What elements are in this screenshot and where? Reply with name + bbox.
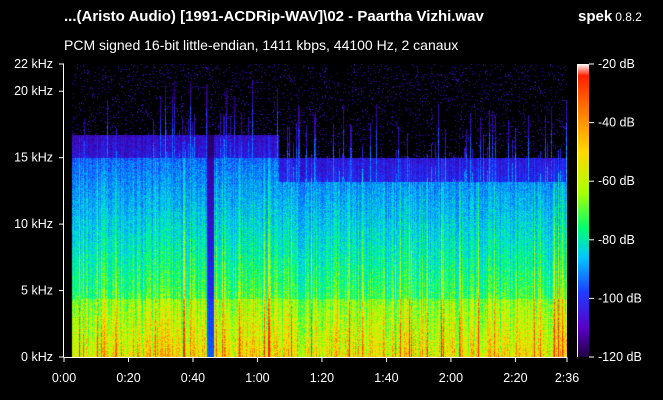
audio-format-info: PCM signed 16-bit little-endian, 1411 kb…: [64, 37, 459, 53]
colorbar-tick-label: -80 dB: [598, 233, 635, 247]
y-tick-label: 0 kHz: [21, 350, 53, 364]
colorbar-tick-label: -100 dB: [598, 291, 642, 305]
colorbar-tick-label: -40 dB: [598, 116, 635, 130]
x-tick-label: 2:20: [503, 371, 527, 385]
x-tick-label: 1:20: [310, 371, 334, 385]
colorbar-tick-label: -20 dB: [598, 57, 635, 71]
y-tick-label: 15 kHz: [14, 151, 53, 165]
app-name: spek: [578, 8, 613, 25]
db-colorbar: [578, 64, 589, 357]
x-tick-label: 2:36: [555, 371, 579, 385]
y-tick-label: 5 kHz: [21, 284, 53, 298]
x-tick-label: 1:40: [374, 371, 398, 385]
colorbar-tick-label: -60 dB: [598, 174, 635, 188]
x-axis: 0:00 0:20 0:40 1:00 1:20 1:40 2:00 2:20 2:36: [52, 357, 579, 385]
file-title: ...(Aristo Audio) [1991-ACDRip-WAV]\02 -…: [64, 8, 484, 25]
spectrogram-plot[interactable]: [64, 64, 567, 357]
x-tick-label: 1:00: [245, 371, 269, 385]
y-tick-label: 10 kHz: [14, 217, 53, 231]
y-axis: 0 kHz 5 kHz 10 kHz 15 kHz 20 kHz 22 kHz: [14, 57, 64, 364]
x-tick-label: 0:40: [181, 371, 205, 385]
colorbar-tick-label: -120 dB: [598, 350, 642, 364]
x-tick-label: 2:00: [439, 371, 463, 385]
x-tick-label: 0:00: [52, 371, 76, 385]
y-tick-label: 20 kHz: [14, 84, 53, 98]
app-brand: spek 0.8.2: [578, 8, 642, 26]
x-tick-label: 0:20: [116, 371, 140, 385]
y-tick-label: 22 kHz: [14, 57, 53, 71]
app-version: 0.8.2: [615, 10, 642, 24]
